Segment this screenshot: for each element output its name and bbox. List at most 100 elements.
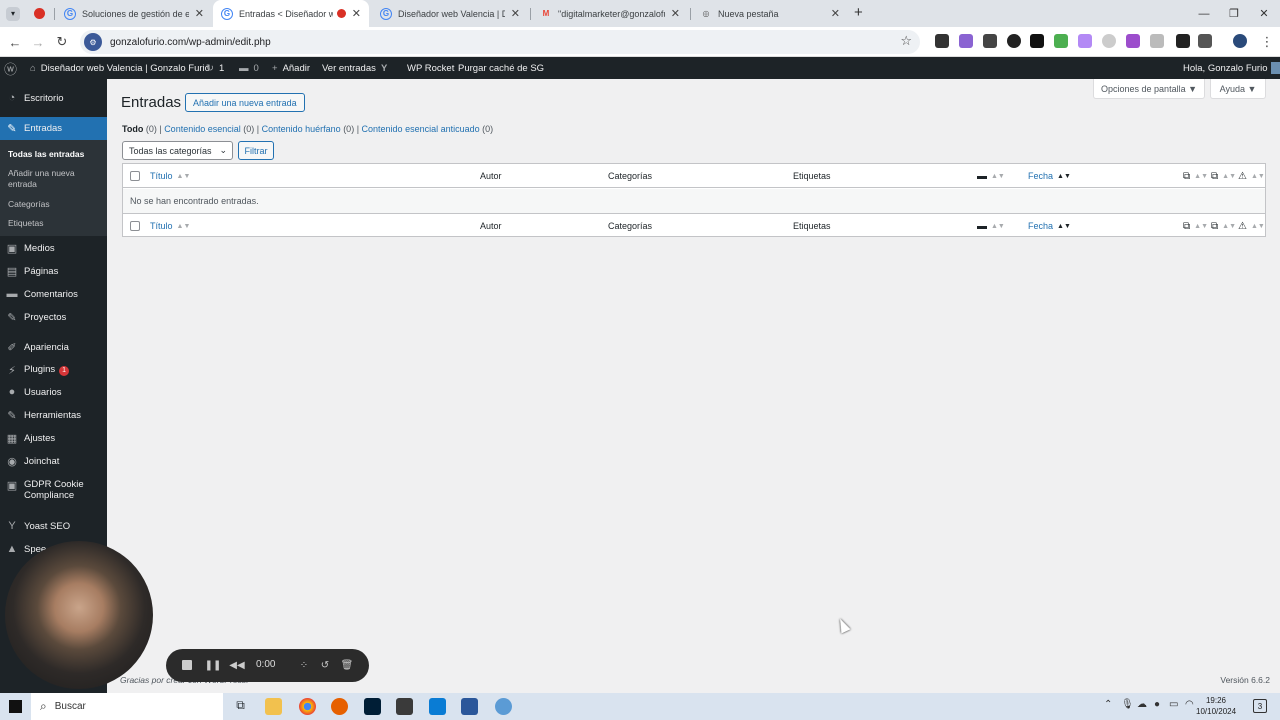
- menu-item-posts[interactable]: ✎ Entradas: [0, 117, 107, 140]
- filter-button[interactable]: Filtrar: [238, 141, 274, 160]
- close-tab-icon[interactable]: ✕: [195, 7, 204, 20]
- column-seo-received-sort[interactable]: ⧉ ▲▼: [1211, 164, 1236, 188]
- column-seo-links-sort[interactable]: ⧉ ▲▼: [1183, 164, 1208, 188]
- firefox-icon[interactable]: [331, 698, 348, 715]
- submenu-all-posts[interactable]: Todas las entradas: [8, 149, 84, 160]
- app-icon[interactable]: [429, 698, 446, 715]
- extension-icon[interactable]: [1054, 34, 1068, 48]
- reload-icon[interactable]: ↻: [53, 33, 71, 51]
- forward-icon[interactable]: →: [29, 33, 47, 51]
- notifications-icon[interactable]: 3: [1253, 699, 1267, 713]
- column-title-sort[interactable]: Título ▲▼: [150, 214, 190, 238]
- screen-options-button[interactable]: Opciones de pantalla ▼: [1093, 79, 1205, 99]
- app-icon[interactable]: [495, 698, 512, 715]
- select-all-checkbox[interactable]: [130, 221, 140, 231]
- view-orphaned[interactable]: Contenido huérfano: [262, 124, 341, 134]
- task-view-icon[interactable]: ⧉: [232, 698, 249, 715]
- extension-icon[interactable]: [1007, 34, 1021, 48]
- menu-item-joinchat[interactable]: ◉ Joinchat: [0, 451, 107, 471]
- recording-tab-icon[interactable]: [34, 8, 45, 19]
- mic-icon[interactable]: ●: [1154, 699, 1160, 710]
- site-info-icon[interactable]: ⚙: [84, 33, 102, 51]
- tab-search-icon[interactable]: ▾: [6, 7, 20, 21]
- menu-item-comments[interactable]: ▬ Comentarios: [0, 284, 107, 304]
- extension-icon[interactable]: [959, 34, 973, 48]
- view-all[interactable]: Todo: [122, 124, 143, 134]
- column-comments-sort[interactable]: ▬ ▲▼: [977, 214, 1005, 238]
- wp-rocket-link[interactable]: WP Rocket: [407, 57, 454, 79]
- add-new-link[interactable]: + Añadir: [272, 57, 310, 79]
- comments-link[interactable]: ▬ 0: [239, 57, 259, 79]
- extension-icon[interactable]: [1126, 34, 1140, 48]
- category-filter-select[interactable]: Todas las categorías ⌄: [122, 141, 233, 160]
- submenu-tags[interactable]: Etiquetas: [8, 218, 43, 229]
- taskbar-search[interactable]: ⌕ Buscar: [31, 693, 223, 720]
- select-all-checkbox[interactable]: [130, 171, 140, 181]
- menu-item-gdpr[interactable]: ▣ GDPR Cookie Compliance: [0, 477, 107, 503]
- new-tab-button[interactable]: +: [854, 4, 863, 21]
- extensions-puzzle-icon[interactable]: [1198, 34, 1212, 48]
- pen-extension-icon[interactable]: [935, 34, 949, 48]
- add-new-post-button[interactable]: Añadir una nueva entrada: [185, 93, 305, 112]
- menu-item-settings[interactable]: ▦ Ajustes: [0, 428, 107, 448]
- tray-chevron-icon[interactable]: ⌃: [1104, 699, 1112, 710]
- menu-item-users[interactable]: ● Usuarios: [0, 382, 107, 402]
- close-tab-icon[interactable]: ✕: [352, 7, 361, 20]
- rewind-icon[interactable]: ◀◀: [229, 657, 245, 673]
- updates-link[interactable]: ↻ 1: [206, 57, 224, 79]
- minimize-icon[interactable]: —: [1188, 0, 1220, 27]
- cloud-icon[interactable]: ☁: [1137, 699, 1147, 710]
- purge-cache-link[interactable]: Purgar caché de SG: [458, 57, 544, 79]
- close-tab-icon[interactable]: ✕: [831, 7, 840, 20]
- extension-icon[interactable]: [1102, 34, 1116, 48]
- menu-item-dashboard[interactable]: ◔ Escritorio: [0, 88, 107, 108]
- column-title-sort[interactable]: Título ▲▼: [150, 164, 190, 188]
- browser-tab[interactable]: ◎ Nueva pestaña ✕: [692, 0, 848, 27]
- browser-tab[interactable]: G Diseñador web Valencia | Dise ✕: [372, 0, 528, 27]
- yoast-icon[interactable]: Y: [381, 57, 387, 79]
- menu-item-plugins[interactable]: ⚡ Plugins 1: [0, 360, 107, 380]
- display-icon[interactable]: ▭: [1169, 699, 1178, 710]
- column-seo-score-sort[interactable]: ⚠ ▲▼: [1238, 214, 1265, 238]
- extension-icon[interactable]: [1176, 34, 1190, 48]
- extension-icon[interactable]: [1150, 34, 1164, 48]
- restart-icon[interactable]: ↺: [317, 657, 333, 673]
- help-button[interactable]: Ayuda ▼: [1210, 79, 1266, 99]
- stop-icon[interactable]: [179, 657, 195, 673]
- column-comments-sort[interactable]: ▬ ▲▼: [977, 164, 1005, 188]
- menu-item-appearance[interactable]: ✐ Apariencia: [0, 337, 107, 357]
- close-tab-icon[interactable]: ✕: [671, 7, 680, 20]
- app-icon[interactable]: [396, 698, 413, 715]
- wordpress-logo-icon[interactable]: ⓦ: [4, 57, 17, 79]
- menu-item-media[interactable]: ▣ Medios: [0, 238, 107, 258]
- chrome-icon[interactable]: [299, 698, 316, 715]
- trash-icon[interactable]: 🗑: [339, 657, 355, 673]
- profile-avatar[interactable]: [1233, 34, 1247, 48]
- column-seo-received-sort[interactable]: ⧉ ▲▼: [1211, 214, 1236, 238]
- view-posts-link[interactable]: Ver entradas: [322, 57, 376, 79]
- restore-icon[interactable]: ❐: [1218, 0, 1250, 27]
- browser-tab-active[interactable]: G Entradas < Diseñador web ✕: [213, 0, 369, 27]
- extension-icon[interactable]: [983, 34, 997, 48]
- view-stale-cornerstone[interactable]: Contenido esencial anticuado: [362, 124, 480, 134]
- close-tab-icon[interactable]: ✕: [511, 7, 520, 20]
- word-icon[interactable]: [461, 698, 478, 715]
- browser-tab[interactable]: G Soluciones de gestión de etiqu ✕: [56, 0, 212, 27]
- submenu-categories[interactable]: Categorías: [8, 199, 50, 210]
- extension-icon[interactable]: [1078, 34, 1092, 48]
- address-bar[interactable]: ⚙ gonzalofurio.com/wp-admin/edit.php ☆: [80, 30, 920, 54]
- photoshop-icon[interactable]: [364, 698, 381, 715]
- grid-icon[interactable]: ⁘: [296, 657, 312, 673]
- browser-tab[interactable]: M "digitalmarketer@gonzalofurio ✕: [532, 0, 688, 27]
- close-window-icon[interactable]: ✕: [1248, 0, 1280, 27]
- pause-icon[interactable]: ❚❚: [205, 657, 222, 673]
- column-date-sort[interactable]: Fecha ▲▼: [1028, 164, 1071, 188]
- windows-start-icon[interactable]: [9, 700, 22, 713]
- column-seo-links-sort[interactable]: ⧉ ▲▼: [1183, 214, 1208, 238]
- menu-item-pages[interactable]: ▤ Páginas: [0, 261, 107, 281]
- menu-item-projects[interactable]: ✎ Proyectos: [0, 307, 107, 327]
- column-date-sort[interactable]: Fecha ▲▼: [1028, 214, 1071, 238]
- bookmark-star-icon[interactable]: ☆: [900, 33, 912, 49]
- extension-icon[interactable]: [1030, 34, 1044, 48]
- back-icon[interactable]: ←: [6, 33, 24, 51]
